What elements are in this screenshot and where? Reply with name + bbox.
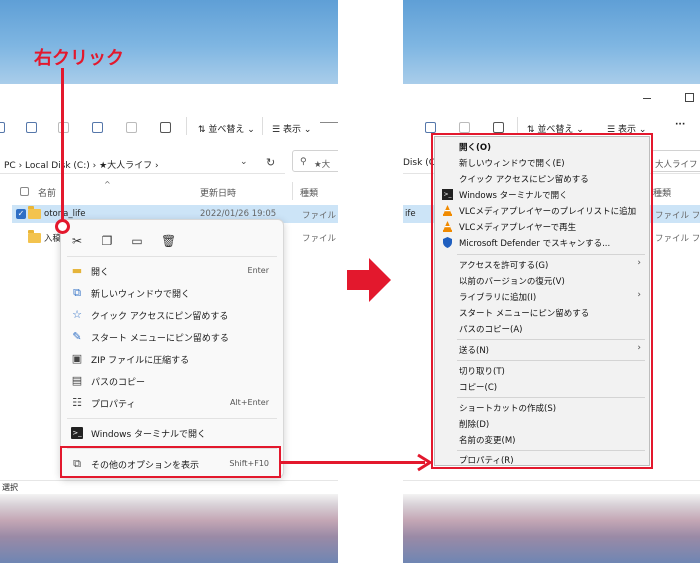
menu-separator	[67, 256, 277, 257]
menu-item-label: パスのコピー	[91, 378, 146, 388]
menu-item-pin-quick-access[interactable]: ☆ クイック アクセスにピン留めする	[61, 304, 283, 326]
delete-icon[interactable]	[160, 122, 171, 133]
maximize-button[interactable]	[685, 93, 694, 102]
file-date: 2022/01/26 19:05	[200, 209, 277, 219]
annotation-pointer-line	[61, 68, 64, 220]
column-type[interactable]: 種類	[653, 186, 671, 199]
menu-item-label: 開く	[91, 268, 110, 278]
address-path[interactable]: PC › Local Disk (C:) › ★大人ライフ ›	[4, 158, 159, 171]
delete-icon[interactable]	[493, 122, 504, 133]
menu-item-properties[interactable]: ☷ プロパティ Alt+Enter	[61, 392, 283, 414]
zip-icon: ▣	[71, 352, 83, 365]
menu-separator	[67, 418, 277, 419]
toolbar-separator	[262, 117, 263, 135]
desktop-wallpaper-sky	[0, 0, 338, 84]
search-icon: ⚲	[300, 157, 307, 167]
copy-path-icon: ▤	[71, 374, 83, 387]
column-type[interactable]: 種類	[300, 186, 318, 199]
column-name[interactable]: 名前	[38, 186, 56, 199]
view-label: 表示	[282, 125, 301, 135]
status-text: 選択	[2, 483, 18, 492]
file-name[interactable]: 入稿	[44, 232, 61, 244]
file-name-partial[interactable]: ife	[405, 209, 416, 219]
row-checkbox-checked[interactable]: ✓	[16, 209, 26, 219]
menu-item-label: ZIP ファイルに圧縮する	[91, 356, 190, 366]
right-click-annotation: 右クリック	[34, 48, 124, 69]
menu-item-pin-start[interactable]: ✎ スタート メニューにピン留めする	[61, 326, 283, 348]
folder-icon	[28, 230, 41, 243]
toolbar-separator	[186, 117, 187, 135]
connector-line	[281, 461, 425, 464]
copy-icon[interactable]	[26, 122, 37, 133]
rename-icon[interactable]: ▭	[131, 235, 143, 247]
minimize-glyph[interactable]	[320, 122, 338, 123]
desktop-wallpaper-sky	[403, 0, 700, 84]
status-divider	[0, 480, 338, 481]
context-menu-modern: ✂ ❐ ▭ 🗑 ▬ 開く Enter ⧉ 新しいウィンドウで開く ☆ クイック …	[60, 219, 284, 478]
menu-item-copy-path[interactable]: ▤ パスのコピー	[61, 370, 283, 392]
menu-item-open-terminal[interactable]: >_ Windows ターミナルで開く	[61, 422, 283, 444]
file-type: ファイル フォル	[302, 211, 338, 221]
properties-icon: ☷	[72, 396, 82, 409]
more-button[interactable]: ···	[675, 120, 685, 130]
status-divider	[403, 480, 700, 481]
search-placeholder: ★大	[314, 160, 331, 170]
menu-item-compress-zip[interactable]: ▣ ZIP ファイルに圧縮する	[61, 348, 283, 370]
select-all-checkbox[interactable]	[20, 187, 29, 196]
external-window-icon: ⧉	[73, 286, 81, 299]
chevron-down-icon[interactable]: ⌄	[240, 157, 248, 167]
pin-icon: ✎	[72, 330, 82, 343]
column-divider	[292, 182, 293, 200]
toolbar-icon-partial[interactable]	[0, 122, 5, 133]
highlight-classic-menu	[431, 133, 653, 469]
menu-item-shortcut: Alt+Enter	[229, 398, 269, 407]
file-type: ファイル フォル	[302, 234, 338, 244]
menu-item-label: クイック アクセスにピン留めする	[91, 312, 229, 322]
refresh-icon[interactable]: ↻	[266, 156, 275, 169]
desktop-wallpaper-lake	[403, 494, 700, 563]
explorer-window-modern: ⇅ 並べ替え ⌄ ☰ 表示 ⌄ PC › Local Disk (C:) › ★…	[0, 0, 338, 563]
file-type: ファイル フォルダー	[655, 234, 700, 244]
terminal-icon: >_	[71, 427, 83, 439]
copy-icon[interactable]: ❐	[101, 235, 113, 247]
sort-asc-icon: ^	[104, 180, 111, 189]
share-icon[interactable]	[126, 122, 137, 133]
menu-item-label: 新しいウィンドウで開く	[91, 290, 191, 300]
highlight-more-options	[60, 446, 281, 478]
folder-icon	[28, 206, 41, 219]
share-icon[interactable]	[459, 122, 470, 133]
transition-arrow-icon	[347, 258, 391, 302]
star-icon: ☆	[72, 308, 82, 321]
desktop-wallpaper-lake	[0, 494, 338, 563]
cut-icon[interactable]: ✂	[71, 235, 83, 247]
menu-item-label: プロパティ	[91, 400, 136, 410]
menu-item-open-new-window[interactable]: ⧉ 新しいウィンドウで開く	[61, 282, 283, 304]
rename-icon[interactable]	[425, 122, 436, 133]
file-type: ファイル フォルダー	[655, 211, 700, 221]
search-placeholder: 大人ライフ	[655, 160, 698, 170]
view-button[interactable]: ☰ 表示 ⌄	[272, 122, 311, 135]
menu-item-shortcut: Enter	[247, 266, 269, 275]
file-name[interactable]: otona_life	[44, 209, 86, 219]
column-date[interactable]: 更新日時	[200, 186, 236, 199]
sort-button[interactable]: ⇅ 並べ替え ⌄	[198, 122, 255, 135]
sort-label: 並べ替え	[208, 125, 245, 135]
click-marker	[55, 219, 70, 234]
rename-icon[interactable]	[92, 122, 103, 133]
folder-open-icon: ▬	[71, 264, 83, 277]
minimize-button[interactable]	[643, 98, 651, 99]
menu-item-open[interactable]: ▬ 開く Enter	[61, 260, 283, 282]
menu-item-label: Windows ターミナルで開く	[91, 430, 207, 440]
delete-icon[interactable]: 🗑	[161, 235, 176, 247]
menu-item-label: スタート メニューにピン留めする	[91, 334, 229, 344]
